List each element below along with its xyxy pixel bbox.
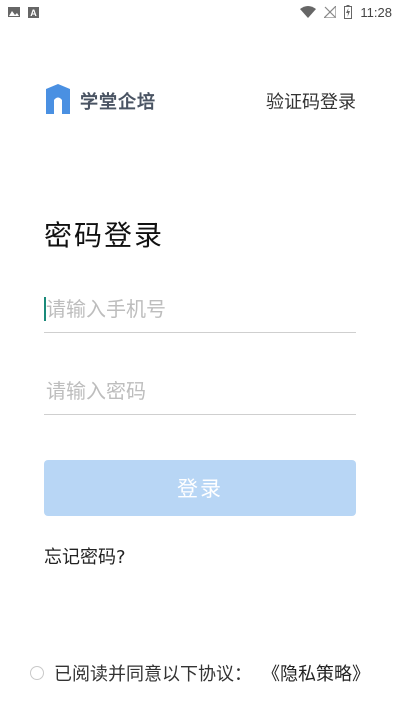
image-icon [8,7,20,17]
phone-field [44,285,356,333]
phone-input[interactable] [44,285,356,332]
wifi-icon [300,6,317,18]
no-signal-icon [324,6,337,18]
privacy-policy-link[interactable]: 《隐私策略》 [262,660,370,686]
code-login-link[interactable]: 验证码登录 [266,88,356,114]
page-title: 密码登录 [44,219,165,252]
header: 学堂企培 验证码登录 [44,84,356,118]
svg-text:A: A [30,8,37,18]
login-screen: A 11:28 学堂企培 验证码登录 密码登录 请输入手机号 登录 忘记密码? … [0,0,400,711]
status-left: A [8,6,39,18]
status-right: 11:28 [300,5,392,20]
agreement-radio[interactable] [30,666,44,680]
forgot-password-link[interactable]: 忘记密码? [44,543,126,569]
text-a-icon: A [28,6,39,18]
brand-name: 学堂企培 [80,92,156,113]
password-field [44,367,356,415]
agreement-text: 已阅读并同意以下协议： [54,664,252,685]
text-caret [44,297,46,321]
status-time: 11:28 [360,4,392,20]
brand: 学堂企培 [44,83,156,119]
battery-charging-icon [344,5,353,19]
brand-logo-icon [44,83,72,119]
login-button[interactable]: 登录 [44,460,356,516]
status-bar: A 11:28 [0,0,400,24]
agreement-row: 已阅读并同意以下协议： 《隐私策略》 [30,660,380,686]
password-input[interactable] [44,367,356,414]
